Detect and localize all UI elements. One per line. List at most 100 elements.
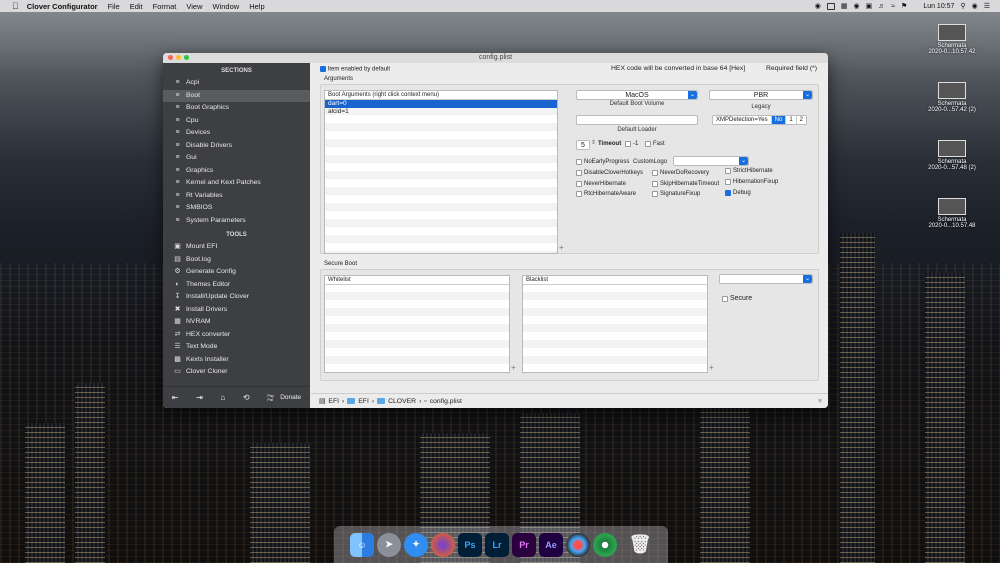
safari-icon[interactable]: ✦ xyxy=(404,532,428,557)
chrome-icon[interactable] xyxy=(593,532,617,557)
checkbox[interactable] xyxy=(576,191,582,197)
flag-noearlyprogress[interactable]: NoEarlyProgress xyxy=(576,159,629,165)
desktop-file[interactable]: Schermata 2020-0...57.48 (2) xyxy=(922,140,982,171)
menu-app-name[interactable]: Clover Configurator xyxy=(27,2,98,11)
premiere-icon[interactable]: Pr xyxy=(512,532,536,557)
lightroom-icon[interactable]: Lr xyxy=(485,532,509,557)
checkbox[interactable] xyxy=(725,190,731,196)
secure-checkbox[interactable]: Secure xyxy=(722,295,752,302)
flag-neverdorecovery[interactable]: NeverDoRecovery xyxy=(652,170,709,176)
screen-icon[interactable] xyxy=(826,2,835,10)
tool-hex-converter[interactable]: ⇄ HEX converter xyxy=(163,329,310,342)
checkbox[interactable] xyxy=(576,170,582,176)
firefox-icon[interactable] xyxy=(431,532,455,557)
path-item[interactable]: CLOVER xyxy=(388,398,416,405)
tool-install-drivers[interactable]: ✖ Install Drivers xyxy=(163,304,310,317)
menu-edit[interactable]: Edit xyxy=(130,2,143,11)
sidebar-item-cpu[interactable]: ≡ Cpu xyxy=(163,115,310,128)
siri-icon[interactable]: ◉ xyxy=(972,2,978,10)
menu-format[interactable]: Format xyxy=(153,2,177,11)
sidebar-item-system-parameters[interactable]: ≡ System Parameters xyxy=(163,215,310,228)
xmp-option-2[interactable]: 2 xyxy=(795,116,806,124)
sidebar-item-graphics[interactable]: ≡ Graphics xyxy=(163,165,310,178)
sidebar-item-acpi[interactable]: ≡ Acpi xyxy=(163,77,310,90)
customlogo-select[interactable]: ⌄ xyxy=(673,156,749,166)
trash-icon[interactable]: 🗑 xyxy=(628,533,652,557)
tool-nvram[interactable]: ▦ NVRAM xyxy=(163,316,310,329)
checkbox[interactable] xyxy=(625,141,631,147)
clover-status-icon[interactable]: ◉ xyxy=(815,2,821,10)
checkbox[interactable] xyxy=(576,181,582,187)
xmp-detection-segmented[interactable]: XMPDetection=Yes No 1 2 xyxy=(712,115,808,125)
fast-checkbox[interactable]: Fast xyxy=(645,141,665,147)
desktop-file[interactable]: Schermata 2020-0...10.57.48 xyxy=(922,198,982,229)
xmp-option-no[interactable]: No xyxy=(770,116,786,124)
menu-help[interactable]: Help xyxy=(249,2,264,11)
menu-window[interactable]: Window xyxy=(213,2,240,11)
checkbox[interactable] xyxy=(576,159,582,165)
volume-icon[interactable]: ♬ xyxy=(878,3,885,10)
home-icon[interactable]: ⌂ xyxy=(220,393,225,402)
sidebar-item-disable-drivers[interactable]: ≡ Disable Drivers xyxy=(163,140,310,153)
launchpad-icon[interactable]: ➤ xyxy=(377,532,401,557)
tool-text-mode[interactable]: ☰ Text Mode xyxy=(163,341,310,354)
whitelist-table[interactable]: Whitelist xyxy=(324,275,510,373)
tool-boot-log[interactable]: ▤ Boot.log xyxy=(163,254,310,267)
flag-hibernationfixup[interactable]: HibernationFixup xyxy=(725,179,778,185)
default-loader-input[interactable] xyxy=(576,115,698,125)
checkbox[interactable] xyxy=(725,179,731,185)
flag-neverhibernate[interactable]: NeverHibernate xyxy=(576,181,626,187)
davinci-icon[interactable] xyxy=(566,532,590,557)
add-blacklist-icon[interactable]: + xyxy=(709,363,714,372)
timeout-stepper[interactable]: ⇕ xyxy=(591,139,596,146)
tool-kexts-installer[interactable]: ▩ Kexts Installer xyxy=(163,354,310,367)
flag-rtchibernateaware[interactable]: RtcHibernateAware xyxy=(576,191,636,197)
enabled-checkbox[interactable] xyxy=(320,66,326,72)
enabled-default-row[interactable]: Item enabled by default xyxy=(320,66,390,73)
flag-icon[interactable]: ⚑ xyxy=(901,2,907,10)
share-icon[interactable]: ⟲ xyxy=(243,393,250,402)
import-icon[interactable]: ⇤ xyxy=(172,393,179,402)
photoshop-icon[interactable]: Ps xyxy=(458,532,482,557)
flag-disableclover-hotkeys[interactable]: DisableCloverHotkeys xyxy=(576,170,643,176)
xmp-option-1[interactable]: 1 xyxy=(785,116,795,124)
tool-mount-efi[interactable]: ▣ Mount EFI xyxy=(163,241,310,254)
checkbox[interactable] xyxy=(652,181,658,187)
legacy-select[interactable]: PBR ⌄ xyxy=(709,90,813,100)
search-icon[interactable]: ⚲ xyxy=(960,2,965,10)
title-bar[interactable]: config.plist xyxy=(163,53,828,63)
timeout-field[interactable]: 5 xyxy=(576,140,590,150)
sidebar-item-gui[interactable]: ≡ Gui xyxy=(163,152,310,165)
clock[interactable]: Lun 10:57 xyxy=(923,3,954,10)
menu-file[interactable]: File xyxy=(108,2,120,11)
default-volume-select[interactable]: MacOS ⌄ xyxy=(576,90,698,100)
flag-debug[interactable]: Debug xyxy=(725,190,751,196)
path-item[interactable]: EFI xyxy=(328,398,339,405)
after-effects-icon[interactable]: Ae xyxy=(539,532,563,557)
add-arg-icon[interactable]: + xyxy=(559,243,564,252)
checkbox[interactable] xyxy=(652,170,658,176)
gpu-icon[interactable]: ▦ xyxy=(841,2,848,10)
sidebar-item-boot[interactable]: ≡ Boot xyxy=(163,89,310,102)
sidebar-item-rt-variables[interactable]: ≡ Rt Variables xyxy=(163,190,310,203)
boot-args-list[interactable]: Boot Arguments (right click context menu… xyxy=(324,90,558,254)
checkbox[interactable] xyxy=(652,191,658,197)
apple-icon[interactable]:  xyxy=(12,1,19,11)
sidebar-item-boot-graphics[interactable]: ≡ Boot Graphics xyxy=(163,102,310,115)
wifi-icon[interactable]: ≈ xyxy=(891,3,895,10)
secure-boot-policy-select[interactable]: ⌄ xyxy=(719,274,813,284)
donate-button[interactable]: Pay Pal Donate xyxy=(267,393,301,402)
sidebar-item-kernel-kext-patches[interactable]: ≡ Kernel and Kext Patches xyxy=(163,177,310,190)
mirror-icon[interactable]: ▣ xyxy=(866,2,873,10)
path-item[interactable]: config.plist xyxy=(430,398,462,405)
checkbox[interactable] xyxy=(725,168,731,174)
minus-one-checkbox[interactable]: -1 xyxy=(625,141,638,147)
sidebar-item-smbios[interactable]: ≡ SMBIOS xyxy=(163,202,310,215)
flag-signaturefixup[interactable]: SignatureFixup xyxy=(652,191,700,197)
checkbox[interactable] xyxy=(722,295,728,302)
tool-themes-editor[interactable]: ◐ Themes Editor xyxy=(163,279,310,292)
minimize-button[interactable] xyxy=(176,55,181,60)
desktop-file[interactable]: Schermata 2020-0...57.42 (2) xyxy=(922,82,982,113)
menu-view[interactable]: View xyxy=(186,2,202,11)
finder-icon[interactable]: ☺ xyxy=(350,532,374,557)
